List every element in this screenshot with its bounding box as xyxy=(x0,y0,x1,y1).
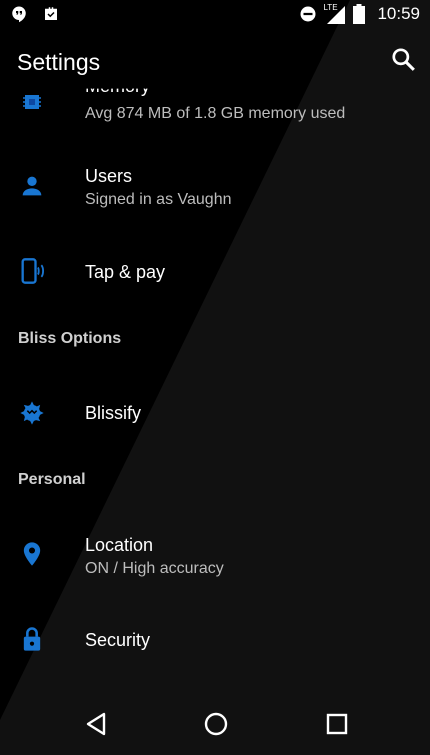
tap-pay-title: Tap & pay xyxy=(85,262,166,282)
network-type-label: LTE xyxy=(323,3,338,12)
person-icon xyxy=(22,176,42,196)
battery-icon xyxy=(353,4,366,24)
settings-item-tap-pay[interactable]: Tap & pay xyxy=(0,240,430,306)
settings-item-location[interactable]: Location ON / High accuracy xyxy=(0,520,430,600)
signal-icon: LTE xyxy=(323,3,346,24)
location-title: Location xyxy=(85,535,154,555)
memory-subtitle: Avg 874 MB of 1.8 GB memory used xyxy=(85,105,346,122)
section-header-bliss-options: Bliss Options xyxy=(18,330,122,347)
back-icon[interactable] xyxy=(82,709,112,739)
users-title: Users xyxy=(85,166,133,186)
settings-item-blissify[interactable]: Blissify xyxy=(0,380,430,446)
settings-item-users[interactable]: Users Signed in as Vaughn xyxy=(0,150,430,230)
do-not-disturb-icon xyxy=(300,6,316,22)
blissify-title: Blissify xyxy=(85,403,142,423)
location-subtitle: ON / High accuracy xyxy=(85,560,224,577)
toolbar: Settings xyxy=(0,32,430,92)
memory-chip-icon xyxy=(23,95,41,109)
tap-pay-icon xyxy=(21,258,45,284)
users-subtitle: Signed in as Vaughn xyxy=(85,191,232,208)
status-bar: LTE 10:59 xyxy=(0,0,430,32)
clock: 10:59 xyxy=(377,4,420,23)
blissify-icon xyxy=(20,401,44,425)
settings-item-security[interactable]: Security xyxy=(0,610,430,676)
security-title: Security xyxy=(85,630,151,650)
navigation-bar xyxy=(0,695,430,755)
briefcase-check-icon xyxy=(45,7,57,20)
location-pin-icon xyxy=(23,542,41,566)
recents-icon[interactable] xyxy=(322,709,352,739)
lock-icon xyxy=(23,627,41,651)
home-icon[interactable] xyxy=(201,709,231,739)
hangouts-icon xyxy=(12,6,26,23)
page-title: Settings xyxy=(17,49,101,75)
search-icon[interactable] xyxy=(390,46,416,72)
section-header-personal: Personal xyxy=(18,471,86,488)
